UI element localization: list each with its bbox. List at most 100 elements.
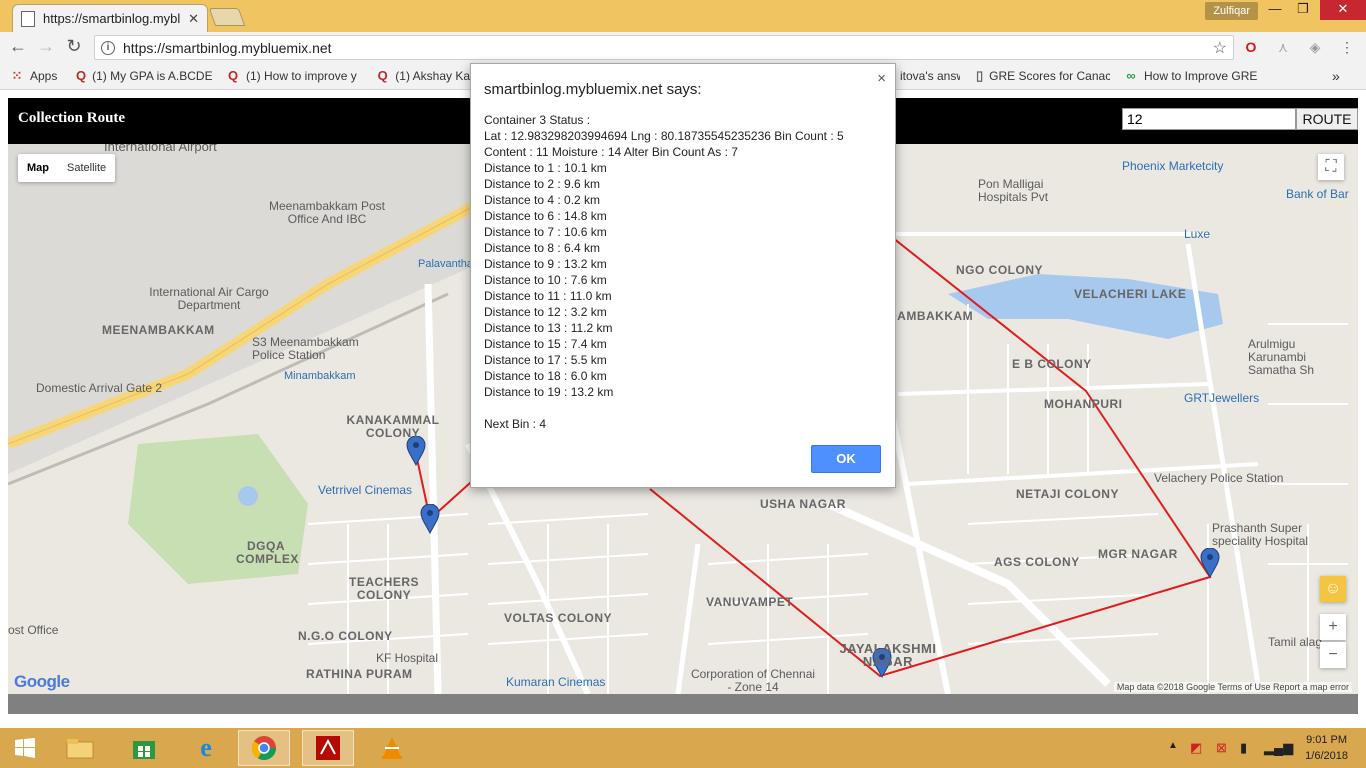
message-line: Distance to 18 : 6.0 km	[484, 369, 607, 383]
dialog-message: Container 3 Status : Lat : 12.9832982039…	[484, 112, 884, 432]
internet-explorer-icon[interactable]: e	[180, 730, 232, 766]
chrome-icon[interactable]	[238, 730, 290, 766]
tray-arrow-icon[interactable]: ▲	[1168, 740, 1178, 751]
bookmark-item[interactable]: Q (1) Akshay Ka	[376, 68, 470, 84]
message-line: Content : 11 Moisture : 14 Alter Bin Cou…	[484, 145, 738, 159]
shield-icon[interactable]: ◈	[1306, 38, 1324, 56]
bookmark-label: (1) Akshay Ka	[395, 69, 470, 83]
reload-icon[interactable]: ↻	[64, 37, 84, 57]
map-label: Pon Malligai Hospitals Pvt	[978, 177, 1049, 204]
map-type-satellite-button[interactable]: Satellite	[58, 154, 115, 182]
apps-icon: ⁙	[11, 68, 23, 83]
close-icon[interactable]: ×	[877, 70, 886, 87]
more-bookmarks-icon[interactable]: »	[1332, 68, 1340, 84]
clock-date: 1/6/2018	[1305, 750, 1348, 762]
message-line: Distance to 19 : 13.2 km	[484, 385, 614, 399]
pegman-icon[interactable]: ☺	[1320, 576, 1346, 602]
map-label: International Airport	[104, 144, 217, 154]
map-label: Meenambakkam Post Office And IBC	[268, 199, 386, 226]
map-label: KF Hospital	[376, 651, 439, 665]
bin-marker[interactable]	[420, 504, 440, 534]
bookmark-label: (1) How to improve y	[246, 69, 357, 83]
vlc-icon[interactable]	[366, 730, 418, 766]
footer-band	[8, 694, 1358, 714]
map-label: KANAKAMMAL COLONY	[346, 413, 440, 440]
acrobat-icon[interactable]	[302, 730, 354, 766]
browser-tab[interactable]: https://smartbinlog.mybl ✕	[12, 4, 208, 32]
bookmark-label: (1) My GPA is A.BCDE	[92, 69, 212, 83]
google-logo[interactable]: Google	[14, 672, 70, 692]
page-title: Collection Route	[18, 110, 126, 126]
bin-marker[interactable]	[1200, 548, 1220, 578]
pdf-extension-icon[interactable]: ⋏	[1274, 38, 1292, 56]
bookmark-item[interactable]: Q (1) My GPA is A.BCDE	[76, 68, 212, 84]
alert-dialog: smartbinlog.mybluemix.net says: × Contai…	[470, 63, 896, 488]
route-input[interactable]: 12	[1122, 108, 1296, 130]
bookmark-label: Apps	[30, 69, 58, 83]
bookmark-item[interactable]: itova's answ	[900, 68, 960, 84]
tray-network-error-icon[interactable]: ⊠	[1216, 740, 1227, 756]
message-line: Distance to 10 : 7.6 km	[484, 273, 607, 287]
bookmark-item[interactable]: ▯ GRE Scores for Canac	[976, 68, 1110, 84]
message-line: Distance to 17 : 5.5 km	[484, 353, 607, 367]
forward-icon[interactable]: →	[36, 37, 56, 57]
close-tab-icon[interactable]: ✕	[188, 11, 199, 27]
map-label: MOHANPURI	[1044, 397, 1123, 411]
close-window-icon[interactable]: ✕	[1320, 0, 1366, 20]
message-line: Distance to 6 : 14.8 km	[484, 209, 607, 223]
bookmark-label: GRE Scores for Canac	[989, 69, 1110, 83]
info-icon[interactable]: i	[101, 40, 115, 55]
tray-app-icon[interactable]: ◩	[1190, 740, 1202, 756]
map-label: JAYALAKSHMI NAGAR	[839, 641, 937, 669]
bookmark-item[interactable]: Q (1) How to improve y	[226, 68, 360, 84]
map-label: VOLTAS COLONY	[504, 611, 613, 625]
zoom-in-button[interactable]: +	[1320, 614, 1346, 640]
zoom-out-button[interactable]: −	[1320, 642, 1346, 668]
message-line: Distance to 2 : 9.6 km	[484, 177, 601, 191]
quora-icon: Q	[76, 68, 87, 83]
map-type-map-button[interactable]: Map	[18, 154, 58, 182]
battery-icon[interactable]: ▮	[1240, 740, 1247, 756]
quora-icon: Q	[377, 68, 388, 83]
map-label: DAMBAKKAM	[888, 309, 974, 323]
minimize-icon[interactable]: —	[1260, 0, 1290, 20]
map-label: Prashanth Super speciality Hospital	[1212, 521, 1309, 548]
system-clock[interactable]: 9:01 PM 1/6/2018	[1305, 732, 1348, 764]
maximize-icon[interactable]: ❐	[1288, 0, 1318, 20]
map-attribution[interactable]: Map data ©2018 Google Terms of Use Repor…	[1113, 682, 1352, 692]
profile-name[interactable]: Zulfiqar	[1205, 2, 1258, 20]
message-line: Distance to 8 : 6.4 km	[484, 241, 601, 255]
new-tab-button[interactable]	[208, 8, 246, 26]
opera-icon[interactable]: O	[1242, 38, 1260, 56]
map-label: GRTJewellers	[1184, 391, 1260, 405]
store-icon[interactable]	[118, 730, 170, 766]
windows-start-icon[interactable]	[0, 730, 50, 766]
map-label: MEENAMBAKKAM	[102, 323, 215, 337]
message-line: Distance to 11 : 11.0 km	[484, 289, 612, 303]
map-label: Phoenix Marketcity	[1122, 159, 1224, 173]
dialog-title: smartbinlog.mybluemix.net says:	[484, 81, 702, 98]
file-explorer-icon[interactable]	[54, 730, 106, 766]
ok-button[interactable]: OK	[811, 445, 881, 473]
back-icon[interactable]: ←	[8, 37, 28, 57]
next-bin-text: Next Bin : 4	[484, 417, 547, 431]
map-type-control: Map Satellite	[18, 154, 116, 182]
water-tank	[238, 486, 258, 506]
address-bar[interactable]: i https://smartbinlog.mybluemix.net ☆	[94, 35, 1234, 60]
windows-taskbar: e ▲ ◩ ⊠ ▮ ▂▄▆ 9:01 PM 1/6/2018	[0, 728, 1366, 768]
wifi-signal-icon[interactable]: ▂▄▆	[1264, 740, 1293, 756]
fullscreen-icon[interactable]: ⛶	[1318, 154, 1344, 180]
message-line: Distance to 12 : 3.2 km	[484, 305, 607, 319]
url-text[interactable]: https://smartbinlog.mybluemix.net	[123, 40, 1213, 56]
menu-icon[interactable]: ⋮	[1338, 38, 1356, 56]
bookmark-apps[interactable]: ⁙ Apps	[10, 68, 58, 84]
bin-marker[interactable]	[406, 436, 426, 466]
map-label: Arulmigu Karunambi Samatha Sh	[1248, 337, 1315, 377]
map-label: MGR NAGAR	[1098, 547, 1178, 561]
bookmark-item[interactable]: ∞ How to Improve GRE	[1124, 68, 1258, 84]
map-label: Vetrrivel Cinemas	[318, 483, 413, 497]
route-button[interactable]: ROUTE	[1296, 108, 1358, 130]
map-label: Bank of Bar	[1286, 187, 1349, 201]
browser-toolbar: ← → ↻ i https://smartbinlog.mybluemix.ne…	[0, 32, 1366, 62]
bookmark-star-icon[interactable]: ☆	[1213, 38, 1227, 58]
